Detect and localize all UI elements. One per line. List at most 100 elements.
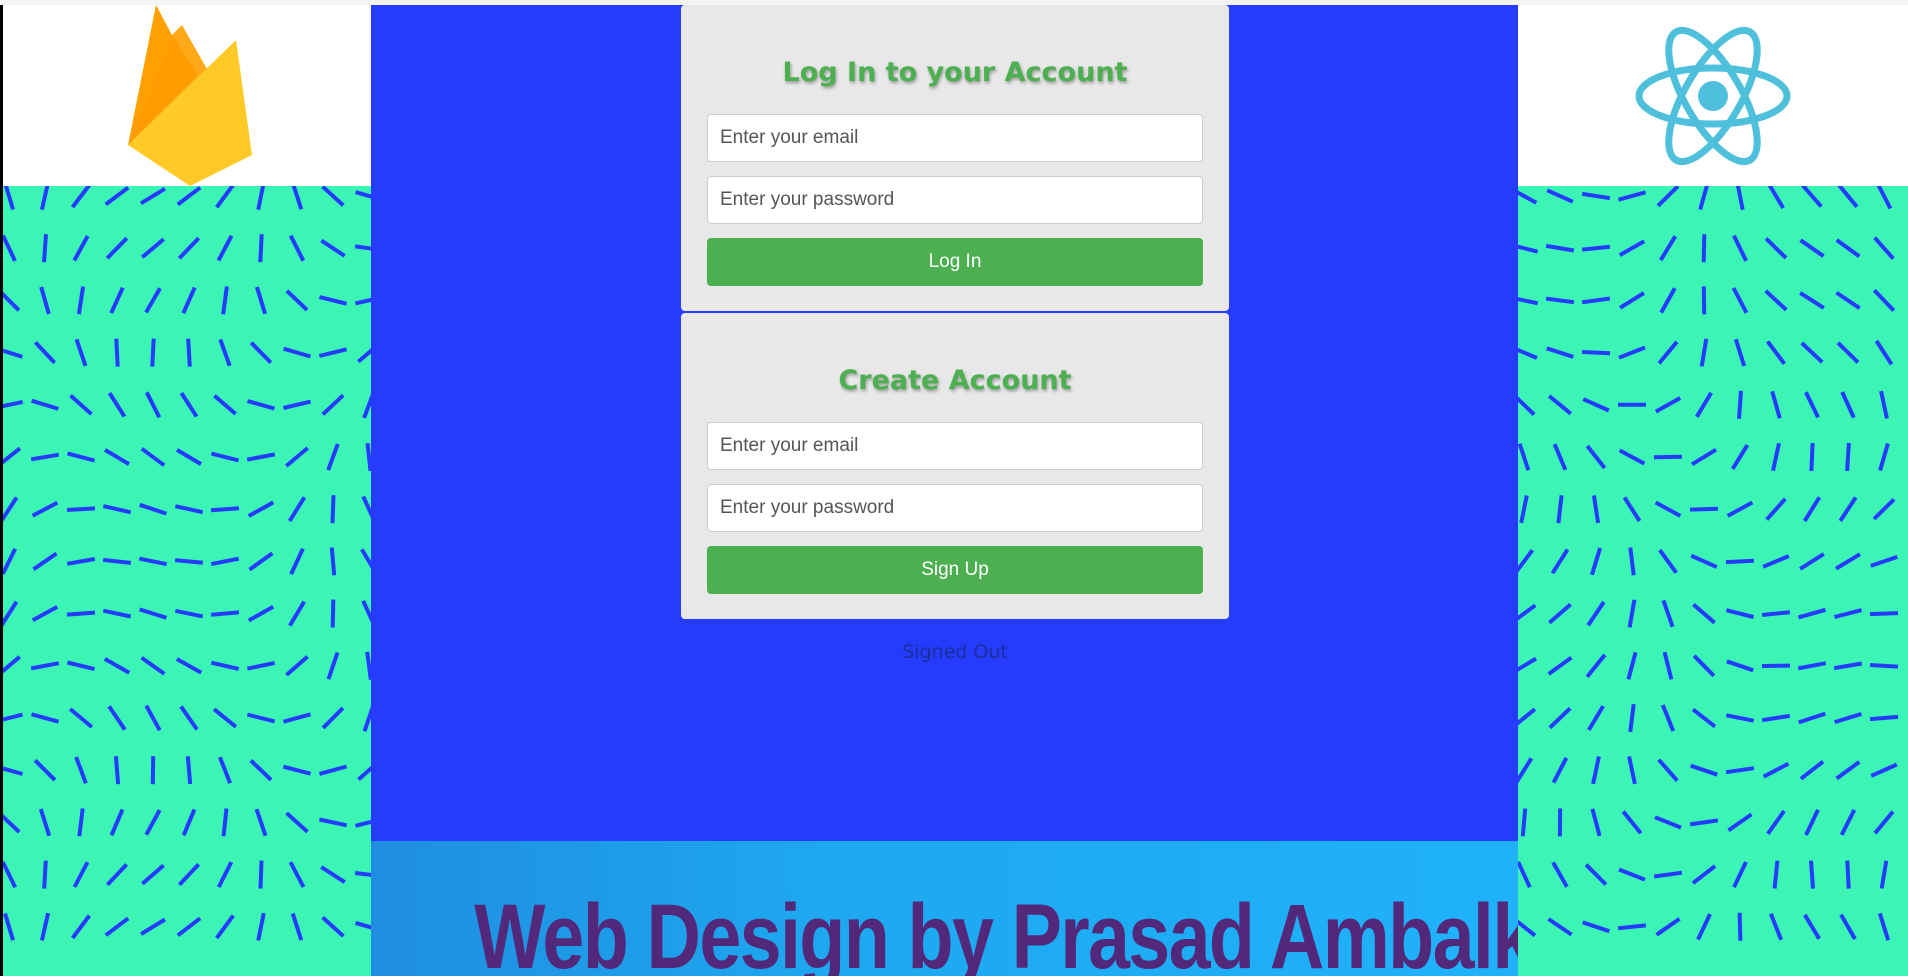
pattern-dash [1691, 707, 1717, 729]
pattern-dash [32, 551, 58, 571]
right-dash-pattern [1518, 186, 1908, 976]
pattern-dash [360, 548, 371, 569]
pattern-dash [1618, 239, 1646, 257]
pattern-dash [1726, 500, 1754, 518]
pattern-dash [102, 504, 132, 515]
pattern-dash [1582, 397, 1610, 413]
pattern-dash [1725, 558, 1755, 565]
pattern-dash [1845, 860, 1851, 889]
pattern-dash [141, 237, 165, 259]
pattern-dash [72, 861, 90, 888]
pattern-dash [1581, 350, 1611, 356]
pattern-dash [30, 661, 60, 671]
pattern-dash [288, 861, 306, 888]
pattern-dash [330, 599, 336, 628]
firebase-icon [128, 5, 252, 186]
pattern-dash [70, 914, 92, 940]
pattern-dash [290, 912, 304, 941]
pattern-dash [139, 607, 167, 620]
pattern-dash [1799, 238, 1825, 258]
pattern-dash [39, 186, 50, 211]
pattern-dash [1878, 443, 1890, 471]
pattern-dash [1737, 912, 1743, 941]
pattern-dash [3, 712, 24, 722]
pattern-dash [247, 604, 275, 623]
pattern-dash [1518, 861, 1532, 889]
pattern-dash [66, 451, 96, 463]
pattern-dash [1545, 243, 1575, 253]
signup-email-input[interactable] [707, 422, 1203, 470]
pattern-dash [1617, 923, 1647, 931]
login-email-input[interactable] [707, 114, 1203, 162]
pattern-dash [1660, 704, 1676, 732]
pattern-dash [1654, 500, 1682, 518]
pattern-dash [357, 348, 371, 364]
pattern-dash [1731, 287, 1749, 314]
signup-password-input[interactable] [707, 484, 1203, 532]
pattern-dash [1726, 659, 1754, 673]
pattern-dash [74, 338, 88, 367]
pattern-dash [326, 443, 340, 471]
pattern-dash [1654, 396, 1682, 414]
pattern-dash [1833, 608, 1863, 620]
pattern-dash [68, 707, 94, 729]
pattern-dash [3, 399, 24, 409]
pattern-dash [33, 758, 57, 782]
pattern-dash [1520, 808, 1528, 837]
pattern-dash [181, 808, 197, 837]
pattern-dash [138, 556, 168, 567]
pattern-dash [1661, 599, 1675, 628]
login-password-input[interactable] [707, 176, 1203, 224]
pattern-dash [1518, 347, 1538, 360]
pattern-dash [179, 391, 199, 418]
pattern-dash [107, 391, 127, 418]
pattern-dash [1765, 497, 1787, 521]
pattern-dash [1801, 186, 1823, 208]
pattern-dash [285, 289, 309, 312]
pattern-dash [1769, 913, 1783, 941]
pattern-dash [1761, 610, 1791, 617]
pattern-dash [1546, 188, 1574, 204]
pattern-dash [282, 764, 312, 776]
pattern-dash [246, 399, 276, 411]
pattern-dash [1689, 506, 1719, 512]
pattern-dash [1840, 391, 1856, 419]
pattern-dash [1727, 812, 1753, 833]
pattern-dash [104, 186, 130, 206]
pattern-dash [285, 446, 309, 468]
login-button[interactable]: Log In [707, 238, 1203, 286]
pattern-dash [1839, 913, 1857, 940]
pattern-dash [31, 500, 59, 518]
pattern-dash [1802, 496, 1822, 523]
pattern-dash [66, 610, 96, 617]
pattern-dash [321, 186, 345, 207]
pattern-dash [1725, 766, 1755, 775]
pattern-dash [1873, 236, 1895, 261]
pattern-dash [326, 651, 340, 680]
pattern-dash [1653, 454, 1683, 460]
pattern-dash [321, 915, 345, 938]
pattern-dash [103, 657, 131, 675]
pattern-dash [105, 863, 129, 887]
pattern-dash [354, 244, 371, 251]
pattern-dash [1800, 341, 1824, 364]
pattern-dash [218, 756, 232, 784]
pattern-dash [1518, 603, 1537, 621]
pattern-dash [1619, 291, 1645, 310]
pattern-dash [1764, 289, 1788, 312]
pattern-dash [1692, 602, 1716, 625]
pattern-dash [1809, 442, 1815, 472]
pattern-dash [216, 234, 234, 262]
pattern-dash [291, 186, 304, 210]
pattern-dash [1799, 552, 1825, 571]
pattern-dash [249, 341, 273, 364]
pattern-dash [1585, 653, 1607, 678]
pattern-dash [362, 393, 371, 419]
pattern-dash [1587, 704, 1605, 732]
pattern-dash [3, 861, 17, 889]
signup-button[interactable]: Sign Up [707, 546, 1203, 594]
pattern-dash [1551, 861, 1569, 888]
pattern-dash [139, 502, 167, 516]
pattern-dash [3, 348, 23, 359]
pattern-dash [1879, 390, 1889, 419]
